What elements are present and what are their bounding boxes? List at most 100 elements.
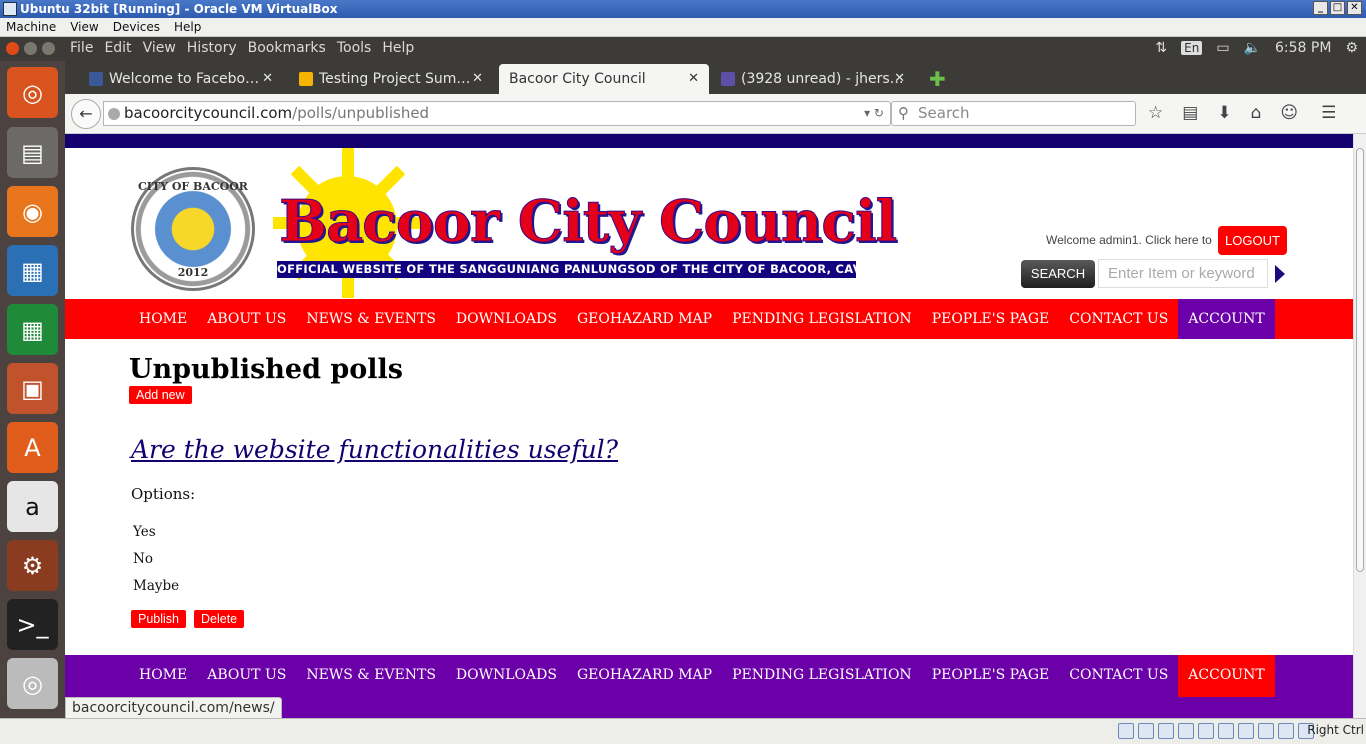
close-icon[interactable]: ✕	[1347, 1, 1362, 15]
video-capture-icon[interactable]	[1238, 723, 1254, 739]
poll-option: Maybe	[133, 578, 180, 594]
optical-drive-icon[interactable]	[1138, 723, 1154, 739]
site-search-button[interactable]: SEARCH	[1021, 260, 1095, 288]
usb-icon[interactable]	[1158, 723, 1174, 739]
terminal-icon[interactable]: >_	[7, 599, 58, 650]
nav-downloads[interactable]: DOWNLOADS	[446, 655, 567, 697]
nav-contact[interactable]: CONTACT US	[1059, 299, 1178, 339]
facebook-icon	[89, 72, 103, 86]
calc-icon[interactable]: ▦	[7, 304, 58, 355]
nav-news[interactable]: NEWS & EVENTS	[296, 655, 446, 697]
nav-contact[interactable]: CONTACT US	[1059, 655, 1178, 697]
chat-icon[interactable]: ☺	[1280, 103, 1298, 123]
tab-bacoor[interactable]: Bacoor City Council ✕	[499, 64, 709, 94]
window-buttons	[6, 42, 55, 55]
impress-icon[interactable]: ▣	[7, 363, 58, 414]
navigation-toolbar: ← bacoorcitycouncil.com/polls/unpublishe…	[65, 94, 1366, 134]
publish-button[interactable]: Publish	[131, 610, 186, 628]
keyboard-layout[interactable]: En	[1181, 41, 1203, 55]
logout-button[interactable]: LOGOUT	[1218, 226, 1287, 255]
nav-news[interactable]: NEWS & EVENTS	[296, 299, 446, 339]
network-icon[interactable]: ⇅	[1155, 40, 1167, 56]
virtualbox-icon	[3, 2, 17, 16]
window-close-icon[interactable]	[6, 42, 19, 55]
tab-close-icon[interactable]: ✕	[894, 64, 905, 94]
nav-account[interactable]: ACCOUNT	[1178, 299, 1275, 339]
url-bar[interactable]: bacoorcitycouncil.com/polls/unpublished …	[103, 101, 891, 126]
volume-icon[interactable]: 🔈	[1244, 40, 1261, 56]
menu-history[interactable]: History	[187, 40, 237, 56]
maximize-icon[interactable]: □	[1330, 1, 1345, 15]
tab-close-icon[interactable]: ✕	[262, 64, 273, 94]
nav-about[interactable]: ABOUT US	[197, 655, 296, 697]
amazon-icon[interactable]: a	[7, 481, 58, 532]
tab-label: Bacoor City Council	[509, 71, 646, 87]
nav-peoples[interactable]: PEOPLE'S PAGE	[922, 299, 1060, 339]
dvd-icon[interactable]: ◎	[7, 658, 58, 709]
ubuntu-dash-icon[interactable]: ◎	[7, 67, 58, 118]
download-icon[interactable]: ⬇	[1217, 103, 1231, 123]
shared-folder-icon[interactable]	[1198, 723, 1214, 739]
home-icon[interactable]: ⌂	[1251, 103, 1262, 123]
nav-downloads[interactable]: DOWNLOADS	[446, 299, 567, 339]
nav-home[interactable]: HOME	[129, 655, 197, 697]
search-go-arrow-icon[interactable]	[1275, 265, 1285, 283]
hdd-icon[interactable]	[1118, 723, 1134, 739]
display-icon[interactable]	[1218, 723, 1234, 739]
vbox-menu-view[interactable]: View	[70, 18, 104, 36]
site-search-input[interactable]: Enter Item or keyword	[1098, 259, 1268, 288]
hamburger-menu-icon[interactable]: ☰	[1321, 103, 1336, 123]
bookmark-star-icon[interactable]: ☆	[1148, 103, 1163, 123]
delete-button[interactable]: Delete	[194, 610, 245, 628]
nav-geohazard[interactable]: GEOHAZARD MAP	[567, 299, 722, 339]
writer-icon[interactable]: ▦	[7, 245, 58, 296]
vbox-menu-help[interactable]: Help	[174, 18, 207, 36]
menu-view[interactable]: View	[143, 40, 176, 56]
search-bar[interactable]: ⚲ Search	[891, 101, 1136, 126]
mouse-integration-icon[interactable]	[1278, 723, 1294, 739]
poll-question-link[interactable]: Are the website functionalities useful?	[131, 433, 618, 467]
clock[interactable]: 6:58 PM	[1275, 40, 1331, 56]
network-adapter-icon[interactable]	[1178, 723, 1194, 739]
nav-geohazard[interactable]: GEOHAZARD MAP	[567, 655, 722, 697]
tab-mail[interactable]: (3928 unread) - jhers… ✕	[715, 64, 915, 94]
nav-pending[interactable]: PENDING LEGISLATION	[722, 655, 922, 697]
nav-peoples[interactable]: PEOPLE'S PAGE	[922, 655, 1060, 697]
back-arrow-icon[interactable]: ←	[71, 99, 101, 129]
page-scrollbar[interactable]	[1353, 134, 1366, 718]
system-settings-icon[interactable]: ⚙	[7, 540, 58, 591]
tab-close-icon[interactable]: ✕	[688, 64, 699, 94]
minimize-icon[interactable]: _	[1313, 1, 1328, 15]
window-maximize-icon[interactable]	[42, 42, 55, 55]
vbox-menu-machine[interactable]: Machine	[6, 18, 62, 36]
nav-about[interactable]: ABOUT US	[197, 299, 296, 339]
reading-list-icon[interactable]: ▤	[1182, 103, 1198, 123]
nav-account[interactable]: ACCOUNT	[1178, 655, 1275, 697]
tab-google-drive[interactable]: Testing Project Sum… ✕	[293, 64, 493, 94]
new-tab-icon[interactable]: ✚	[929, 67, 946, 91]
seal-text: CITY OF BACOOR	[138, 180, 248, 193]
reload-icon[interactable]: ▾ ↻	[864, 102, 884, 125]
menu-tools[interactable]: Tools	[337, 40, 372, 56]
settings-gear-icon[interactable]: ⚙	[1345, 40, 1358, 56]
menu-edit[interactable]: Edit	[104, 40, 131, 56]
add-new-button[interactable]: Add new	[129, 386, 192, 404]
files-icon[interactable]: ▤	[7, 127, 58, 178]
vbox-menu-devices[interactable]: Devices	[113, 18, 166, 36]
menu-help[interactable]: Help	[382, 40, 414, 56]
battery-icon[interactable]: ▭	[1216, 40, 1229, 56]
menu-bookmarks[interactable]: Bookmarks	[248, 40, 326, 56]
tab-close-icon[interactable]: ✕	[472, 64, 483, 94]
vbox-window-title: Ubuntu 32bit [Running] - Oracle VM Virtu…	[20, 2, 338, 16]
guest-additions-icon[interactable]	[1258, 723, 1274, 739]
firefox-icon[interactable]: ◉	[7, 186, 58, 237]
menu-file[interactable]: File	[70, 40, 93, 56]
window-minimize-icon[interactable]	[24, 42, 37, 55]
nav-pending[interactable]: PENDING LEGISLATION	[722, 299, 922, 339]
search-placeholder: Search	[918, 104, 970, 122]
scrollbar-thumb[interactable]	[1356, 148, 1364, 572]
software-center-icon[interactable]: A	[7, 422, 58, 473]
tab-facebook[interactable]: Welcome to Facebo… ✕	[83, 64, 283, 94]
nav-home[interactable]: HOME	[129, 299, 197, 339]
globe-icon	[108, 108, 120, 120]
